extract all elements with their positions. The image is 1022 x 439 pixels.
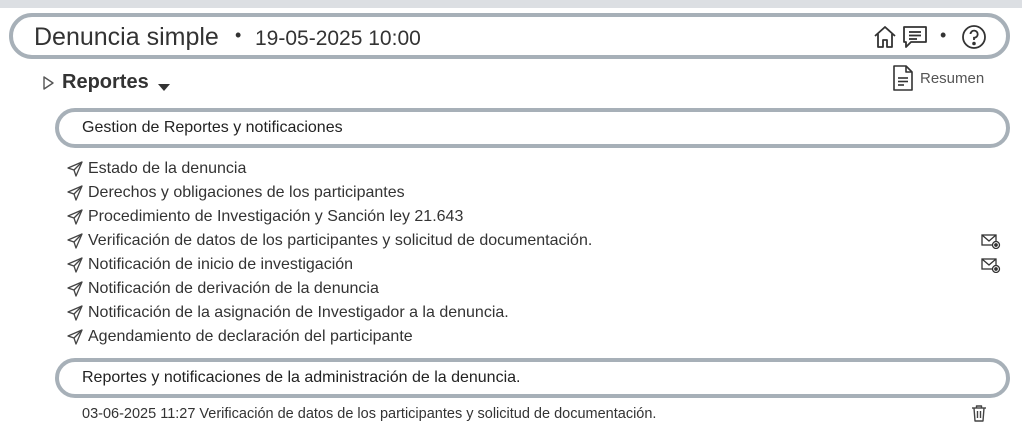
resumen-button[interactable]: Resumen [892, 64, 984, 92]
report-item-label: Agendamiento de declaración del particip… [88, 328, 413, 345]
header-datetime: 19-05-2025 10:00 [255, 27, 421, 50]
gestion-group-header: Gestion de Reportes y notificaciones [55, 108, 1010, 148]
report-item-label: Estado de la denuncia [88, 160, 247, 177]
admin-group-header: Reportes y notificaciones de la administ… [55, 358, 1010, 398]
admin-entry-row[interactable]: 03-06-2025 11:27 Verificación de datos d… [82, 402, 987, 426]
send-icon [67, 185, 83, 201]
header-separator: • [235, 25, 242, 45]
page-title: Denuncia simple [34, 23, 219, 51]
resumen-label: Resumen [920, 69, 985, 87]
top-bar [0, 0, 1022, 8]
report-item-label: Verificación de datos de los participant… [88, 232, 593, 249]
report-item[interactable]: Notificación de derivación de la denunci… [67, 277, 1007, 301]
report-item[interactable]: Derechos y obligaciones de los participa… [67, 181, 1007, 205]
report-item[interactable]: Estado de la denuncia [67, 157, 1007, 181]
report-item-label: Notificación de la asignación de Investi… [88, 304, 509, 321]
send-icon [67, 281, 83, 297]
report-item[interactable]: Agendamiento de declaración del particip… [67, 325, 1007, 349]
admin-group-title: Reportes y notificaciones de la administ… [82, 369, 521, 386]
mail-settings-icon[interactable] [981, 233, 1001, 249]
send-icon [67, 329, 83, 345]
report-item-label: Procedimiento de Investigación y Sanción… [88, 208, 464, 225]
help-icon[interactable] [961, 24, 987, 50]
header-bar: Denuncia simple • 19-05-2025 10:00 • [9, 13, 1010, 59]
send-icon [67, 209, 83, 225]
chevron-down-icon[interactable] [158, 79, 170, 91]
report-item[interactable]: Notificación de inicio de investigación [67, 253, 1007, 277]
expand-triangle-icon[interactable] [41, 75, 55, 91]
report-item[interactable]: Procedimiento de Investigación y Sanción… [67, 205, 1007, 229]
report-item-label: Derechos y obligaciones de los participa… [88, 184, 405, 201]
report-item[interactable]: Notificación de la asignación de Investi… [67, 301, 1007, 325]
send-icon [67, 305, 83, 321]
header-icons-separator: • [940, 25, 947, 45]
admin-entry-date: 03-06-2025 11:27 [82, 406, 196, 422]
document-icon [893, 65, 913, 91]
mail-settings-icon[interactable] [981, 257, 1001, 273]
send-icon [67, 233, 83, 249]
section-title: Reportes [62, 71, 149, 93]
trash-icon[interactable] [971, 404, 987, 422]
gestion-group-title: Gestion de Reportes y notificaciones [82, 119, 343, 136]
report-item-label: Notificación de inicio de investigación [88, 256, 354, 273]
report-list: Estado de la denuncia Derechos y obligac… [67, 157, 1007, 349]
home-icon[interactable] [872, 24, 898, 50]
send-icon [67, 161, 83, 177]
admin-entry-label: Verificación de datos de los participant… [199, 406, 657, 422]
report-item-label: Notificación de derivación de la denunci… [88, 280, 379, 297]
chat-icon[interactable] [902, 24, 928, 50]
send-icon [67, 257, 83, 273]
report-item[interactable]: Verificación de datos de los participant… [67, 229, 1007, 253]
